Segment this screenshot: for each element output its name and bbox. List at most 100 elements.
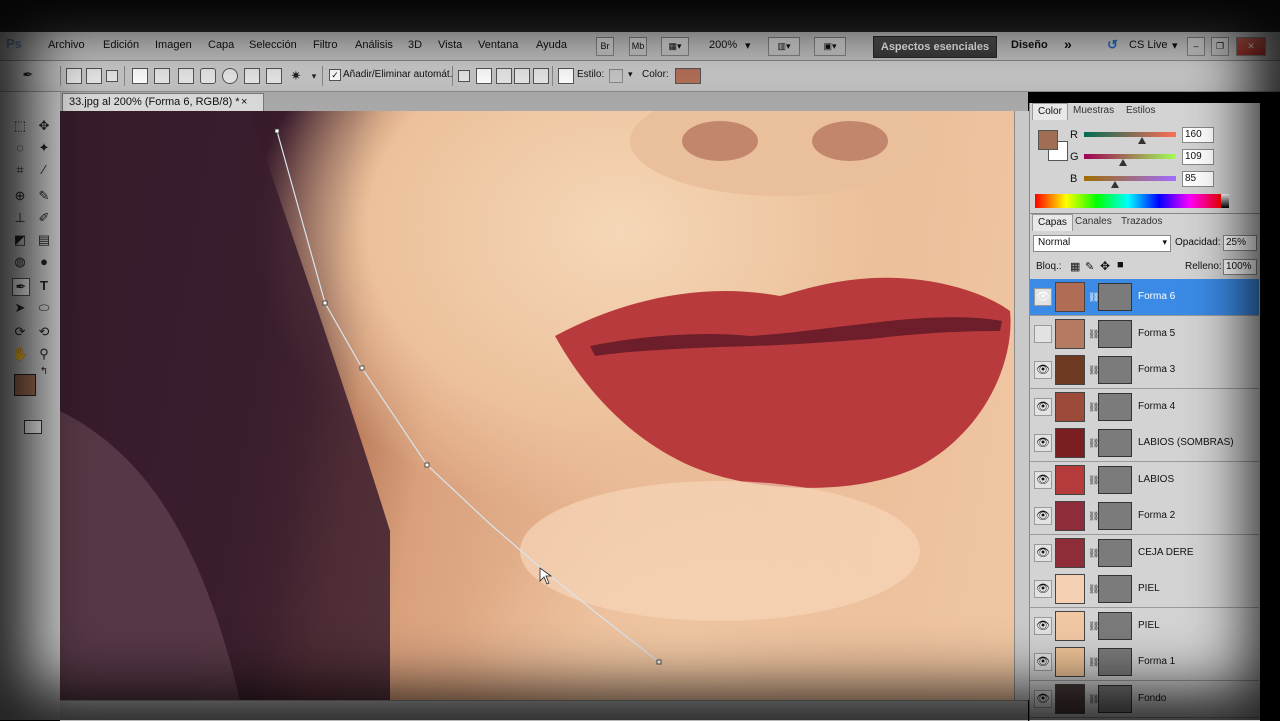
3d-rotate-icon[interactable]: ⟳ <box>12 324 28 340</box>
close-button[interactable]: ✕ <box>1236 37 1266 56</box>
anchor-point[interactable] <box>424 462 430 468</box>
lock-image-icon[interactable]: ✎ <box>1085 260 1094 273</box>
menu-imagen[interactable]: Imagen <box>155 39 192 51</box>
zoom-tool-icon[interactable]: ⚲ <box>36 346 52 362</box>
layer-visibility-eye-icon[interactable]: 👁 <box>1034 543 1052 562</box>
layer-visibility-eye-icon[interactable]: 👁 <box>1034 397 1052 416</box>
screen-mode-dropdown[interactable]: ▣▾ <box>814 37 846 56</box>
color-spectrum-ramp[interactable] <box>1035 194 1221 208</box>
zoom-chevron-down-icon[interactable]: ▾ <box>745 39 751 52</box>
layer-visibility-eye-icon[interactable]: 👁 <box>1034 653 1052 671</box>
auto-add-delete-checkbox[interactable]: ✓ <box>329 69 341 81</box>
b-slider[interactable] <box>1084 176 1176 181</box>
layer-row[interactable]: 👁 ⛓ LABIOS (SOMBRAS) <box>1030 425 1259 462</box>
layer-vector-mask[interactable] <box>1098 356 1132 384</box>
menu-ayuda[interactable]: Ayuda <box>536 39 567 51</box>
healing-brush-icon[interactable]: ⊕ <box>12 188 28 204</box>
fill-pixels-icon[interactable] <box>106 70 118 82</box>
layer-visibility-eye-icon[interactable]: 👁 <box>1034 689 1052 708</box>
create-new-shape-layer-icon[interactable] <box>458 70 470 82</box>
blend-mode-select[interactable]: Normal ▾ <box>1033 235 1171 252</box>
layer-row[interactable]: 👁 ⛓ LABIOS <box>1030 461 1259 499</box>
subtract-shape-area-icon[interactable] <box>496 68 512 84</box>
pen-tool-preset-icon[interactable]: ✒ <box>20 67 36 83</box>
layer-visibility-eye-icon[interactable] <box>1034 324 1052 343</box>
dodge-tool-icon[interactable]: ● <box>36 254 52 270</box>
layer-row[interactable]: 👁 ⛓ CEJA DERE <box>1030 534 1259 572</box>
r-slider-knob[interactable] <box>1137 137 1146 144</box>
tab-color[interactable]: Color <box>1032 103 1068 120</box>
history-brush-icon[interactable]: ✐ <box>36 210 52 226</box>
document-tab[interactable]: 33.jpg al 200% (Forma 6, RGB/8) * × <box>62 93 264 111</box>
quick-mask-icon[interactable] <box>24 420 42 434</box>
style-swatch[interactable] <box>609 69 623 83</box>
layer-visibility-eye-icon[interactable]: 👁 <box>1034 507 1052 525</box>
b-slider-knob[interactable] <box>1110 181 1119 188</box>
custom-shape-icon[interactable]: ✷ <box>288 68 304 84</box>
menu-3d[interactable]: 3D <box>408 39 422 51</box>
clone-stamp-icon[interactable]: ⊥ <box>12 210 28 226</box>
menu-vista[interactable]: Vista <box>438 39 462 51</box>
shape-color-swatch[interactable] <box>675 68 701 84</box>
vertical-scrollbar[interactable] <box>1014 111 1029 700</box>
document-canvas[interactable] <box>60 111 1014 700</box>
move-tool-icon[interactable]: ✥ <box>36 118 52 134</box>
crop-tool-icon[interactable]: ⌗ <box>12 162 28 178</box>
layer-row[interactable]: ⛓ Forma 5 <box>1030 315 1259 353</box>
arrange-documents-dropdown[interactable]: ▥▾ <box>768 37 800 56</box>
layer-row[interactable]: 👁 ⛓ Forma 4 <box>1030 388 1259 426</box>
fill-field[interactable]: 100% <box>1223 259 1257 275</box>
layer-visibility-eye-icon[interactable]: 👁 <box>1034 470 1052 489</box>
menu-edicion[interactable]: Edición <box>103 39 139 51</box>
layer-vector-mask[interactable] <box>1098 684 1132 713</box>
black-white-ramp[interactable] <box>1221 194 1229 208</box>
tab-swatches[interactable]: Muestras <box>1068 103 1119 119</box>
polygon-icon[interactable] <box>244 68 260 84</box>
r-slider[interactable] <box>1084 132 1176 137</box>
cs-live-icon[interactable]: ↺ <box>1107 37 1118 53</box>
eraser-icon[interactable]: ◩ <box>12 232 28 248</box>
rounded-rectangle-icon[interactable] <box>200 68 216 84</box>
bridge-button[interactable]: Br <box>596 37 614 56</box>
brush-tool-icon[interactable]: ✎ <box>36 188 52 204</box>
b-value-field[interactable]: 85 <box>1182 171 1214 187</box>
layer-vector-mask[interactable] <box>1098 575 1132 603</box>
layer-visibility-eye-icon[interactable]: 👁 <box>1034 361 1052 379</box>
menu-archivo[interactable]: Archivo <box>48 39 85 51</box>
lock-position-icon[interactable]: ✥ <box>1100 259 1110 273</box>
3d-orbit-icon[interactable]: ⟲ <box>36 324 52 340</box>
tab-channels[interactable]: Canales <box>1070 214 1117 230</box>
quick-selection-icon[interactable]: ✦ <box>36 140 52 156</box>
anchor-point[interactable] <box>322 300 328 306</box>
hand-tool-icon[interactable]: ✋ <box>12 346 28 362</box>
layer-visibility-eye-icon[interactable]: 👁 <box>1034 434 1052 452</box>
style-chevron-down-icon[interactable]: ▾ <box>628 69 633 80</box>
pen-tool-icon[interactable]: ✒ <box>12 278 30 296</box>
restore-button[interactable]: ❐ <box>1211 37 1229 56</box>
menu-seleccion[interactable]: Selección <box>249 39 297 51</box>
anchor-point[interactable] <box>656 659 662 665</box>
workspace-essentials-button[interactable]: Aspectos esenciales <box>873 36 997 58</box>
swap-colors-icon[interactable]: ↰ <box>36 364 52 380</box>
blur-tool-icon[interactable]: ◍ <box>12 254 28 270</box>
layer-row[interactable]: 👁 ⛓ Forma 3 <box>1030 352 1259 389</box>
layer-vector-mask[interactable] <box>1098 283 1132 311</box>
layer-vector-mask[interactable] <box>1098 319 1132 348</box>
close-tab-icon[interactable]: × <box>241 94 247 111</box>
lock-transparent-icon[interactable]: ▦ <box>1070 260 1080 273</box>
menu-ventana[interactable]: Ventana <box>478 39 518 51</box>
layer-vector-mask[interactable] <box>1098 502 1132 530</box>
path-selection-icon[interactable]: ➤ <box>12 300 28 316</box>
ellipse-shape-tool-icon[interactable]: ⬭ <box>36 300 52 316</box>
layer-row[interactable]: 👁 ⛓ Forma 2 <box>1030 498 1259 535</box>
cs-live-chevron-down-icon[interactable]: ▾ <box>1172 39 1178 52</box>
more-workspaces-icon[interactable]: » <box>1064 36 1072 52</box>
link-style-icon[interactable] <box>558 68 574 84</box>
line-icon[interactable] <box>266 68 282 84</box>
layer-row[interactable]: 👁 ⛓ Fondo <box>1030 680 1259 718</box>
shape-layers-icon[interactable] <box>66 68 82 84</box>
layer-vector-mask[interactable] <box>1098 392 1132 421</box>
tab-layers[interactable]: Capas <box>1032 214 1073 231</box>
minimize-button[interactable]: – <box>1187 37 1205 56</box>
layer-vector-mask[interactable] <box>1098 538 1132 567</box>
